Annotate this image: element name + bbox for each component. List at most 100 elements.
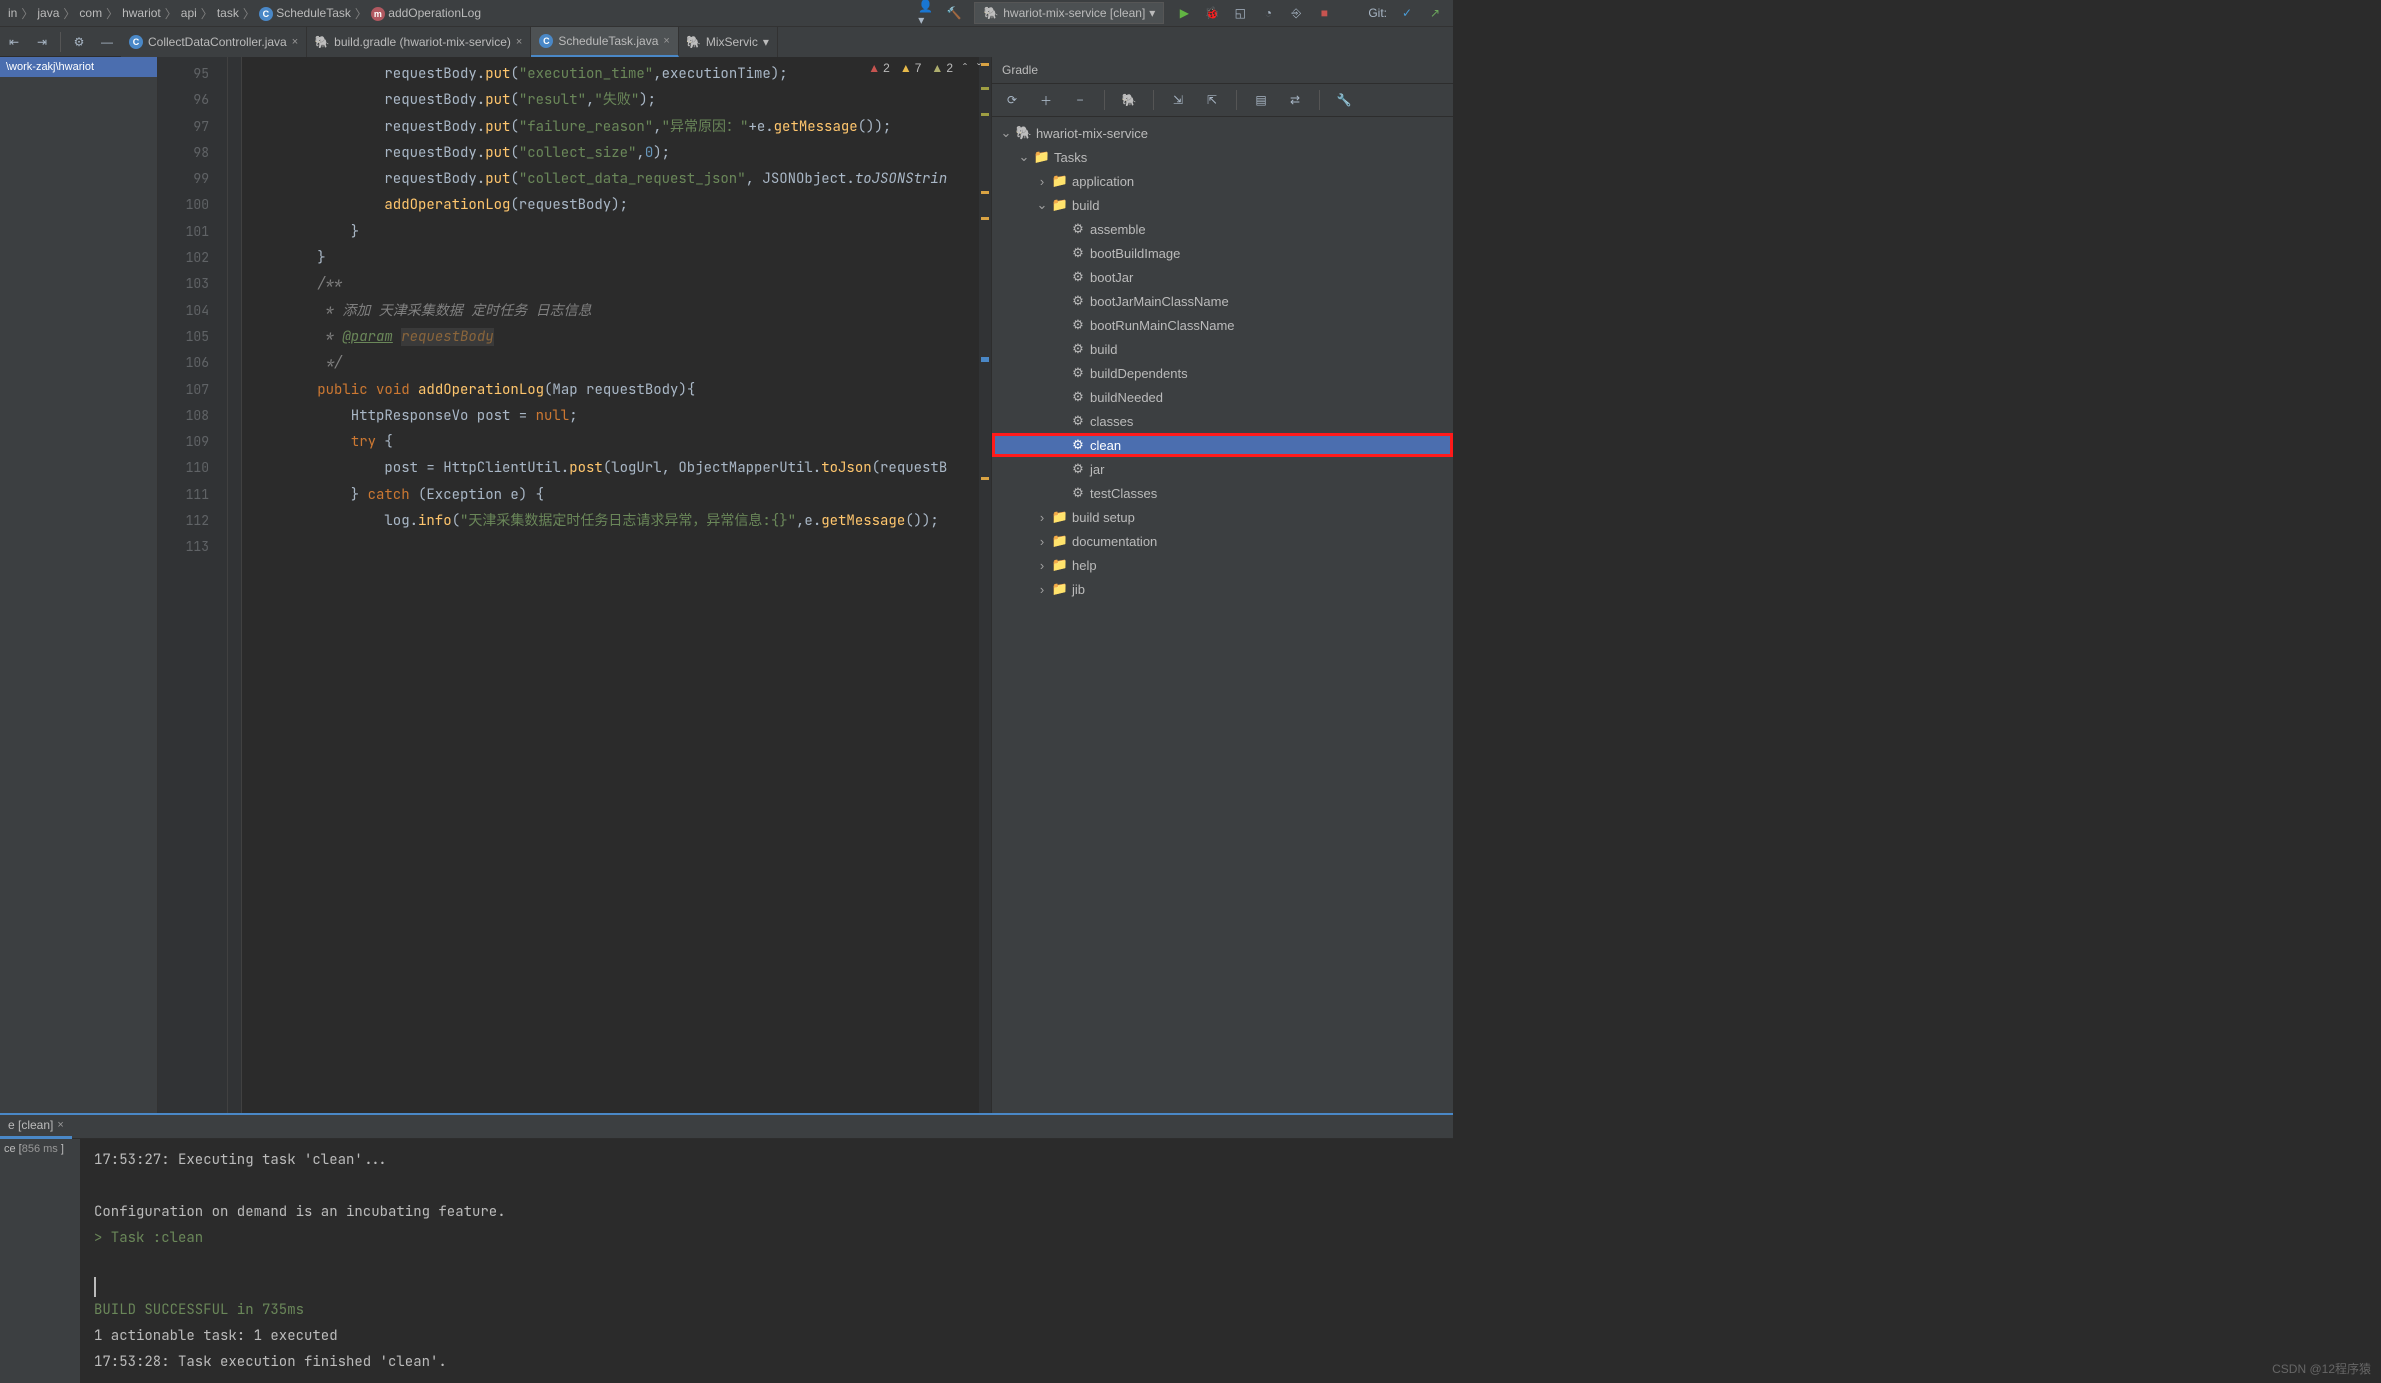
breadcrumb-item[interactable]: api [177,6,201,20]
error-stripe[interactable] [979,57,991,1113]
tree-item-documentation[interactable]: ›📁documentation [992,529,1453,553]
tree-item-classes[interactable]: ⚙classes [992,409,1453,433]
breadcrumb-item[interactable]: C ScheduleTask [255,6,355,21]
run-tool-window: e [clean] × ce [856 ms ] 17:53:27: Execu… [0,1113,1453,1381]
expand-icon[interactable]: › [1036,174,1048,189]
close-icon[interactable]: × [57,1119,63,1131]
weak-warning-icon: ▲ [931,61,943,75]
tree-item-buildNeeded[interactable]: ⚙buildNeeded [992,385,1453,409]
tree-item-help[interactable]: ›📁help [992,553,1453,577]
gear-icon: ⚙ [1070,317,1086,333]
expand-icon[interactable]: ⌄ [1018,149,1030,165]
expand-icon[interactable]: › [1036,510,1048,525]
code-editor[interactable]: 9596979899100101102103104105106107108109… [158,57,991,1113]
add-icon[interactable]: ＋ [1034,88,1058,112]
tree-item-clean[interactable]: ⚙clean [992,433,1453,457]
breadcrumb-item[interactable]: in [4,6,21,20]
line-gutter: 9596979899100101102103104105106107108109… [158,57,228,1113]
error-icon: ▲ [868,61,880,75]
coverage-icon[interactable]: ◱ [1232,5,1248,21]
close-icon[interactable]: × [292,36,298,48]
expand-icon[interactable]: ⇲ [1166,88,1190,112]
remove-icon[interactable]: − [1068,88,1092,112]
git-commit-icon[interactable]: ↗ [1427,5,1443,21]
debug-icon[interactable]: 🐞 [1204,5,1220,21]
tree-item-jib[interactable]: ›📁jib [992,577,1453,601]
run-icon[interactable]: ▶ [1176,5,1192,21]
tree-item-build[interactable]: ⌄📁build [992,193,1453,217]
tree-item-buildDependents[interactable]: ⚙buildDependents [992,361,1453,385]
tree-item-bootJarMainClassName[interactable]: ⚙bootJarMainClassName [992,289,1453,313]
tree-item-testClasses[interactable]: ⚙testClasses [992,481,1453,505]
warning-icon: ▲ [900,61,912,75]
editor-tab[interactable]: 🐘MixServic▾ [679,27,778,57]
profiler-icon[interactable]: ◔ [1260,5,1276,21]
tree-item-jar[interactable]: ⚙jar [992,457,1453,481]
tree-item-bootRunMainClassName[interactable]: ⚙bootRunMainClassName [992,313,1453,337]
close-icon[interactable]: × [663,35,669,47]
tree-item-bootBuildImage[interactable]: ⚙bootBuildImage [992,241,1453,265]
run-tab[interactable]: e [clean] × [0,1115,72,1139]
tree-item-assemble[interactable]: ⚙assemble [992,217,1453,241]
folder-icon: 📁 [1052,533,1068,549]
gradle-tree[interactable]: ⌄🐘hwariot-mix-service⌄📁Tasks›📁applicatio… [992,117,1453,1113]
breadcrumb-item[interactable]: m addOperationLog [367,6,485,21]
offline-icon[interactable]: ⇄ [1283,88,1307,112]
run-configuration-selector[interactable]: 🐘 hwariot-mix-service [clean] ▾ [974,2,1164,24]
expand-icon[interactable]: › [1036,534,1048,549]
expand-icon[interactable]: ⌄ [1036,197,1048,213]
tree-item-hwariot-mix-service[interactable]: ⌄🐘hwariot-mix-service [992,121,1453,145]
gear-icon: ⚙ [1070,437,1086,453]
code-area[interactable]: requestBody.put("execution_time",executi… [242,57,979,1113]
gradle-icon: 🐘 [315,35,329,49]
editor-tab[interactable]: CScheduleTask.java× [531,27,679,57]
editor-tab[interactable]: CCollectDataController.java× [121,27,307,57]
folder-icon: 📁 [1034,149,1050,165]
close-icon[interactable]: × [516,36,522,48]
wrench-icon[interactable]: 🔧 [1332,88,1356,112]
expand-icon[interactable]: › [1036,582,1048,597]
expand-icon[interactable]: ⌄ [1000,125,1012,141]
project-path[interactable]: \work-zakj\hwariot [0,57,157,77]
run-config-label: hwariot-mix-service [clean] [1003,6,1145,20]
console-output[interactable]: 17:53:27: Executing task 'clean'...​Conf… [80,1139,1453,1383]
git-update-icon[interactable]: ✓ [1399,5,1415,21]
tree-item-application[interactable]: ›📁application [992,169,1453,193]
editor-tab[interactable]: 🐘build.gradle (hwariot-mix-service)× [307,27,531,57]
breadcrumb-item[interactable]: java [33,6,63,20]
breadcrumb-item[interactable]: hwariot [118,6,165,20]
folder-icon: 📁 [1052,509,1068,525]
hide-icon[interactable]: — [95,30,119,54]
select-opened-icon[interactable]: ⇥ [30,30,54,54]
fold-column[interactable] [228,57,242,1113]
inspections-widget[interactable]: ▲2 ▲7 ▲2 ˆ ˇ [868,61,981,75]
chevron-down-icon: ▾ [1149,6,1155,20]
build-hammer-icon[interactable]: 🔨 [946,5,962,21]
stop-icon[interactable]: ■ [1316,5,1332,21]
gear-icon: ⚙ [1070,221,1086,237]
attach-icon[interactable]: ⎆ [1288,5,1304,21]
breadcrumb-item[interactable]: com [75,6,106,20]
tree-item-build-setup[interactable]: ›📁build setup [992,505,1453,529]
chevron-down-icon[interactable]: ▾ [763,35,769,49]
collapse-icon[interactable]: ⇱ [1200,88,1224,112]
elephant-icon[interactable]: 🐘 [1117,88,1141,112]
settings-icon[interactable]: ⚙ [67,30,91,54]
breadcrumb-item[interactable]: task [213,6,243,20]
git-label: Git: [1368,6,1387,20]
chevron-down-icon[interactable]: ˇ [977,61,981,75]
chevron-up-icon[interactable]: ˆ [963,61,967,75]
gradle-toolbar: ⟳ ＋ − 🐘 ⇲ ⇱ ▤ ⇄ 🔧 [992,84,1453,117]
user-icon[interactable]: 👤▾ [918,5,934,21]
tree-item-Tasks[interactable]: ⌄📁Tasks [992,145,1453,169]
tree-item-bootJar[interactable]: ⚙bootJar [992,265,1453,289]
tasks-icon[interactable]: ▤ [1249,88,1273,112]
gear-icon: ⚙ [1070,389,1086,405]
editor-tabs: CCollectDataController.java×🐘build.gradl… [121,27,1453,57]
project-view-icon[interactable]: ⇤ [2,30,26,54]
tree-item-build[interactable]: ⚙build [992,337,1453,361]
refresh-icon[interactable]: ⟳ [1000,88,1024,112]
expand-icon[interactable]: › [1036,558,1048,573]
gradle-tool-window: Gradle ⟳ ＋ − 🐘 ⇲ ⇱ ▤ ⇄ 🔧 ⌄🐘hwariot-mix-s… [991,57,1453,1113]
project-sidebar[interactable]: \work-zakj\hwariot [0,57,158,1113]
